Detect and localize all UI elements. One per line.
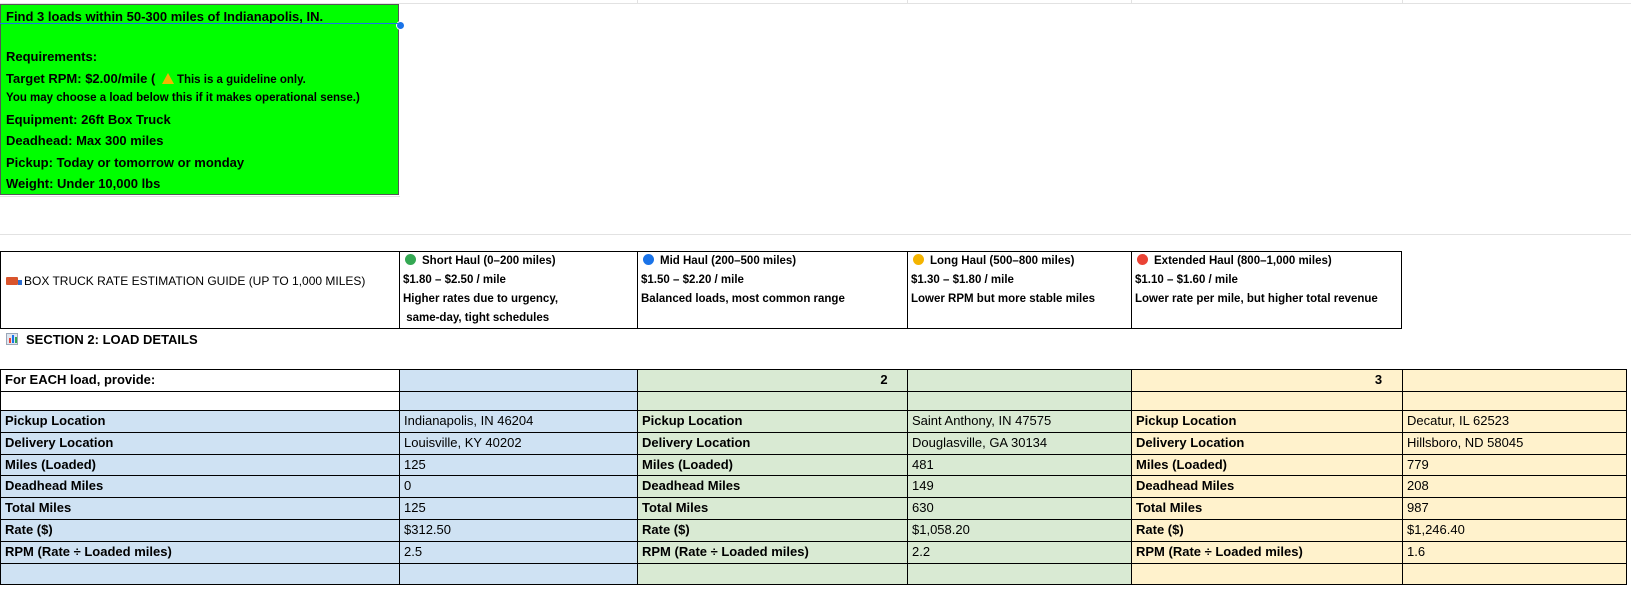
load-number-2[interactable]: 2 — [637, 369, 1131, 391]
load-2-value[interactable]: $1,058.20 — [907, 519, 1131, 541]
grid-line — [1131, 369, 1132, 585]
grid-line — [907, 369, 908, 585]
row-label[interactable]: Delivery Location — [1131, 432, 1402, 454]
row-label[interactable]: Deadhead Miles — [637, 475, 907, 497]
row-label[interactable]: Total Miles — [637, 497, 907, 519]
grid-line — [0, 369, 1, 585]
row-label[interactable]: Miles (Loaded) — [1131, 454, 1402, 475]
load-details-table: For EACH load, provide:123Pickup Locatio… — [0, 0, 1631, 591]
blank-cell[interactable] — [907, 563, 1131, 584]
grid-line — [1402, 369, 1403, 585]
row-label[interactable]: Rate ($) — [637, 519, 907, 541]
blank-cell[interactable] — [1131, 391, 1402, 410]
blank-cell[interactable] — [637, 563, 907, 584]
load-3-value[interactable]: Decatur, IL 62523 — [1402, 410, 1626, 432]
row-label[interactable]: RPM (Rate ÷ Loaded miles) — [637, 541, 907, 563]
row-label[interactable]: Delivery Location — [0, 432, 399, 454]
row-label[interactable]: Pickup Location — [637, 410, 907, 432]
load-1-value[interactable]: $312.50 — [399, 519, 637, 541]
row-label[interactable]: RPM (Rate ÷ Loaded miles) — [1131, 541, 1402, 563]
row-label[interactable]: Miles (Loaded) — [637, 454, 907, 475]
row-label[interactable]: Total Miles — [1131, 497, 1402, 519]
row-label[interactable]: Rate ($) — [1131, 519, 1402, 541]
load-1-value[interactable]: 125 — [399, 497, 637, 519]
grid-line — [0, 369, 1626, 370]
load-1-value[interactable]: Indianapolis, IN 46204 — [399, 410, 637, 432]
blank-cell[interactable] — [399, 391, 637, 410]
grid-line — [0, 410, 1626, 411]
row-label[interactable]: Rate ($) — [0, 519, 399, 541]
grid-line — [0, 563, 1626, 564]
grid-line — [1626, 369, 1627, 585]
load-3-value[interactable]: $1,246.40 — [1402, 519, 1626, 541]
row-label[interactable]: Deadhead Miles — [0, 475, 399, 497]
row-label[interactable]: Total Miles — [0, 497, 399, 519]
row-label[interactable]: RPM (Rate ÷ Loaded miles) — [0, 541, 399, 563]
load-3-value[interactable]: 208 — [1402, 475, 1626, 497]
row-label[interactable]: Pickup Location — [1131, 410, 1402, 432]
load-number-3[interactable]: 3 — [1131, 369, 1626, 391]
grid-line — [0, 475, 1626, 476]
grid-line — [0, 391, 1626, 392]
provide-label-cell[interactable]: For EACH load, provide: — [0, 369, 399, 391]
load-2-value[interactable]: 149 — [907, 475, 1131, 497]
load-2-value[interactable]: Douglasville, GA 30134 — [907, 432, 1131, 454]
grid-line — [399, 369, 400, 585]
grid-line — [0, 432, 1626, 433]
blank-cell[interactable] — [637, 391, 907, 410]
blank-cell[interactable] — [907, 391, 1131, 410]
blank-cell[interactable] — [0, 563, 399, 584]
load-1-value[interactable]: 125 — [399, 454, 637, 475]
row-label[interactable]: Miles (Loaded) — [0, 454, 399, 475]
load-1-value[interactable]: 0 — [399, 475, 637, 497]
grid-line — [0, 497, 1626, 498]
blank-cell[interactable] — [399, 563, 637, 584]
grid-line — [0, 584, 1626, 585]
grid-line — [0, 454, 1626, 455]
load-2-value[interactable]: 2.2 — [907, 541, 1131, 563]
load-2-value[interactable]: Saint Anthony, IN 47575 — [907, 410, 1131, 432]
blank-cell[interactable] — [1402, 563, 1626, 584]
load-3-value[interactable]: Hillsboro, ND 58045 — [1402, 432, 1626, 454]
load-1-value[interactable]: Louisville, KY 40202 — [399, 432, 637, 454]
load-3-value[interactable]: 987 — [1402, 497, 1626, 519]
row-label[interactable]: Pickup Location — [0, 410, 399, 432]
load-2-value[interactable]: 630 — [907, 497, 1131, 519]
grid-line — [0, 541, 1626, 542]
load-1-value[interactable]: 2.5 — [399, 541, 637, 563]
load-2-value[interactable]: 481 — [907, 454, 1131, 475]
load-3-value[interactable]: 779 — [1402, 454, 1626, 475]
row-label[interactable]: Deadhead Miles — [1131, 475, 1402, 497]
blank-cell[interactable] — [0, 391, 399, 410]
grid-line — [637, 369, 638, 585]
load-3-value[interactable]: 1.6 — [1402, 541, 1626, 563]
blank-cell[interactable] — [1402, 391, 1626, 410]
grid-line — [0, 519, 1626, 520]
row-label[interactable]: Delivery Location — [637, 432, 907, 454]
blank-cell[interactable] — [1131, 563, 1402, 584]
